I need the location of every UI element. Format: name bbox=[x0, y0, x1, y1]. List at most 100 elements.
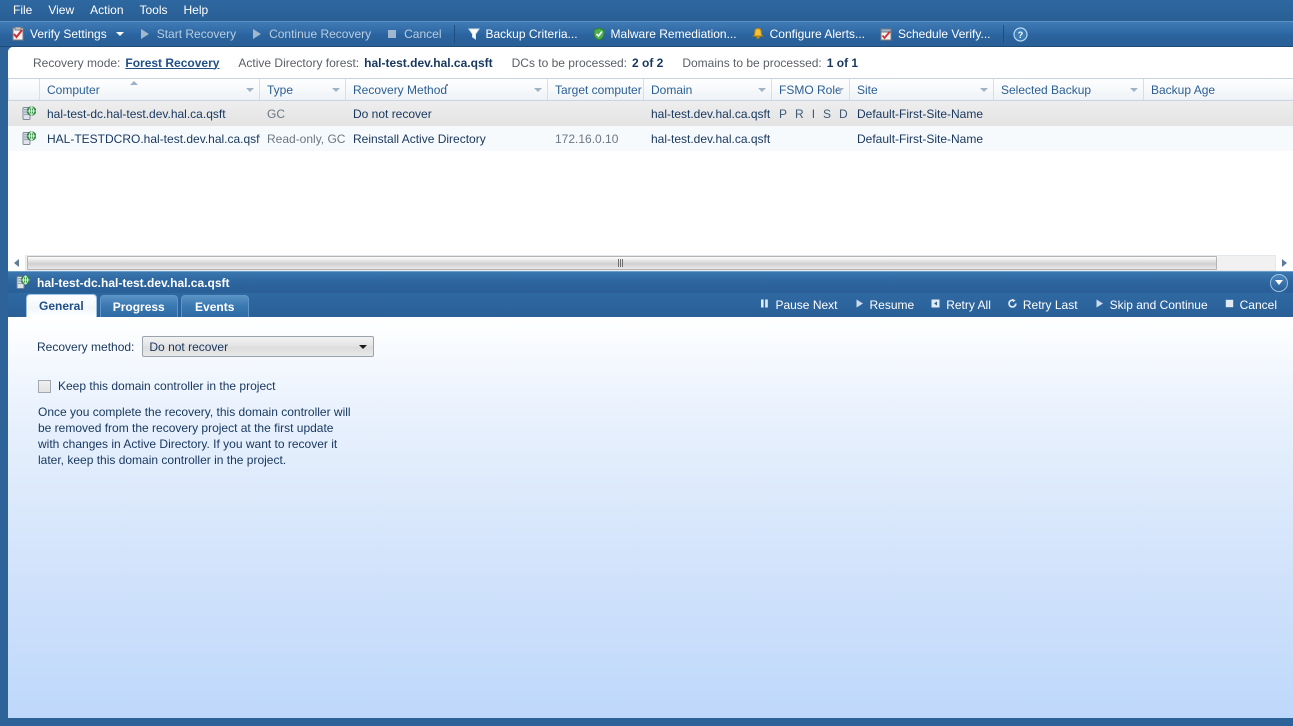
column-label-recovery-method: Recovery Method bbox=[353, 82, 448, 97]
menu-item-help[interactable]: Help bbox=[178, 1, 219, 20]
dcs-label: DCs to be processed: bbox=[511, 55, 627, 70]
recovery-method-row: Recovery method: Do not recover bbox=[8, 318, 1293, 357]
toolbar-label-start-recovery: Start Recovery bbox=[156, 27, 237, 41]
filter-dropdown-selected-backup[interactable] bbox=[1126, 79, 1141, 100]
column-header-target-computer[interactable]: Target computer bbox=[548, 79, 644, 100]
scroll-right-arrow-icon[interactable] bbox=[1276, 254, 1293, 271]
column-header-computer[interactable]: Computer bbox=[40, 79, 260, 100]
cell-domain: hal-test.dev.hal.ca.qsft bbox=[651, 106, 771, 121]
recovery-method-label: Recovery method: bbox=[37, 339, 135, 354]
chevron-down-icon[interactable] bbox=[1270, 274, 1288, 292]
grid-header-row: Computer Type Recovery Method Target com… bbox=[8, 78, 1293, 101]
column-header-domain[interactable]: Domain bbox=[644, 79, 772, 100]
table-row[interactable]: HAL-TESTDCRO.hal-test.dev.hal.ca.qsft Re… bbox=[8, 126, 1293, 151]
recovery-method-help-text: Once you complete the recovery, this dom… bbox=[38, 405, 351, 467]
cell-fsmo-role: P R I S D bbox=[772, 101, 850, 126]
fsmo-flag-infrastructure: I bbox=[811, 106, 816, 121]
cell-computer: hal-test-dc.hal-test.dev.hal.ca.qsft bbox=[47, 106, 226, 121]
scroll-left-arrow-icon[interactable] bbox=[8, 254, 25, 271]
scrollbar-track[interactable] bbox=[25, 254, 1276, 271]
retry-last-button[interactable]: Retry Last bbox=[999, 295, 1086, 315]
menu-item-file[interactable]: File bbox=[7, 1, 42, 20]
recovery-mode-group: Recovery mode: Forest Recovery bbox=[33, 56, 219, 70]
cancel-button[interactable]: Cancel bbox=[1216, 295, 1285, 315]
cell-type: Read-only, GC bbox=[267, 131, 346, 146]
toolbar-button-cancel[interactable]: Cancel bbox=[378, 23, 448, 45]
tab-events[interactable]: Events bbox=[180, 295, 249, 317]
column-header-type[interactable]: Type bbox=[260, 79, 346, 100]
toolbar-button-help[interactable]: ? bbox=[1009, 23, 1031, 45]
recovery-mode-link[interactable]: Forest Recovery bbox=[125, 56, 219, 70]
tab-general[interactable]: General bbox=[26, 294, 97, 317]
toolbar-button-schedule-verify[interactable]: Schedule Verify... bbox=[872, 23, 998, 45]
toolbar-label-malware-remediation: Malware Remediation... bbox=[610, 27, 737, 41]
scrollbar-thumb[interactable] bbox=[27, 255, 1217, 270]
toolbar-button-start-recovery[interactable]: Start Recovery bbox=[131, 23, 243, 45]
cell-site: Default-First-Site-Name bbox=[857, 106, 984, 121]
filter-dropdown-fsmo-role[interactable] bbox=[832, 79, 847, 100]
toolbar-button-continue-recovery[interactable]: Continue Recovery bbox=[243, 23, 378, 45]
pause-icon bbox=[759, 298, 770, 312]
menu-item-action[interactable]: Action bbox=[84, 1, 133, 20]
domain-controller-icon bbox=[22, 106, 37, 121]
column-label-backup-age: Backup Age bbox=[1151, 82, 1216, 97]
column-header-site[interactable]: Site bbox=[850, 79, 994, 100]
toolbar-button-backup-criteria[interactable]: Backup Criteria... bbox=[460, 23, 585, 45]
cell-type: GC bbox=[267, 106, 285, 121]
toolbar-button-malware-remediation[interactable]: Malware Remediation... bbox=[585, 23, 744, 45]
menu-item-view[interactable]: View bbox=[42, 1, 84, 20]
filter-dropdown-site[interactable] bbox=[976, 79, 991, 100]
cell-recovery-method: Reinstall Active Directory bbox=[353, 131, 486, 146]
filter-dropdown-type[interactable] bbox=[328, 79, 343, 100]
column-header-spacer bbox=[8, 79, 40, 100]
fsmo-role-flags: P R I S D bbox=[779, 107, 848, 121]
chevron-down-icon[interactable] bbox=[115, 32, 124, 36]
filter-dropdown-computer[interactable] bbox=[242, 79, 257, 100]
play-icon bbox=[1094, 298, 1105, 312]
skip-and-continue-button[interactable]: Skip and Continue bbox=[1086, 295, 1216, 315]
cancel-label: Cancel bbox=[1239, 298, 1277, 312]
menu-item-tools[interactable]: Tools bbox=[134, 1, 178, 20]
detail-action-bar: Pause Next Resume Retry All Retry Last S… bbox=[751, 295, 1285, 315]
stop-icon bbox=[1224, 298, 1235, 312]
shield-icon bbox=[592, 27, 606, 41]
grid-horizontal-scrollbar[interactable] bbox=[8, 254, 1293, 271]
recovery-method-select[interactable]: Do not recover bbox=[142, 336, 375, 357]
toolbar-button-configure-alerts[interactable]: Configure Alerts... bbox=[744, 23, 872, 45]
toolbar-separator-2 bbox=[1002, 25, 1004, 43]
table-row[interactable]: hal-test-dc.hal-test.dev.hal.ca.qsft GC … bbox=[8, 101, 1293, 126]
menu-bar: File View Action Tools Help bbox=[0, 0, 1293, 21]
resume-button[interactable]: Resume bbox=[846, 295, 923, 315]
fsmo-flag-schema: S bbox=[823, 106, 832, 121]
column-label-site: Site bbox=[857, 82, 878, 97]
toolbar-label-backup-criteria: Backup Criteria... bbox=[485, 27, 578, 41]
pause-next-button[interactable]: Pause Next bbox=[751, 295, 845, 315]
keep-dc-checkbox[interactable] bbox=[38, 379, 51, 393]
stop-icon bbox=[385, 27, 399, 41]
cell-site: Default-First-Site-Name bbox=[857, 131, 984, 146]
column-header-backup-age[interactable]: Backup Age bbox=[1144, 79, 1270, 100]
application-window: File View Action Tools Help Verify Setti… bbox=[0, 0, 1293, 726]
bell-icon bbox=[751, 27, 765, 41]
filter-dropdown-domain[interactable] bbox=[754, 79, 769, 100]
toolbar-label-cancel: Cancel bbox=[404, 27, 442, 41]
domain-controller-icon bbox=[16, 275, 31, 290]
chevron-down-icon bbox=[359, 344, 368, 349]
retry-all-icon bbox=[930, 298, 941, 312]
toolbar-label-schedule-verify: Schedule Verify... bbox=[898, 27, 991, 41]
grid-body: hal-test-dc.hal-test.dev.hal.ca.qsft GC … bbox=[8, 101, 1293, 151]
domains-value: 1 of 1 bbox=[826, 55, 859, 70]
column-header-recovery-method[interactable]: Recovery Method bbox=[346, 79, 548, 100]
column-label-target-computer: Target computer bbox=[555, 82, 642, 97]
filter-dropdown-recovery-method[interactable] bbox=[530, 79, 545, 100]
verify-settings-icon bbox=[11, 27, 25, 41]
column-header-fsmo-role[interactable]: FSMO Role bbox=[772, 79, 850, 100]
play-icon bbox=[138, 27, 152, 41]
tab-progress[interactable]: Progress bbox=[99, 295, 178, 317]
forest-value: hal-test.dev.hal.ca.qsft bbox=[364, 55, 493, 70]
play-icon bbox=[854, 298, 865, 312]
column-header-selected-backup[interactable]: Selected Backup bbox=[994, 79, 1144, 100]
toolbar-button-verify-settings[interactable]: Verify Settings bbox=[4, 23, 131, 45]
dcs-group: DCs to be processed: 2 of 2 bbox=[512, 56, 664, 70]
retry-all-button[interactable]: Retry All bbox=[922, 295, 999, 315]
